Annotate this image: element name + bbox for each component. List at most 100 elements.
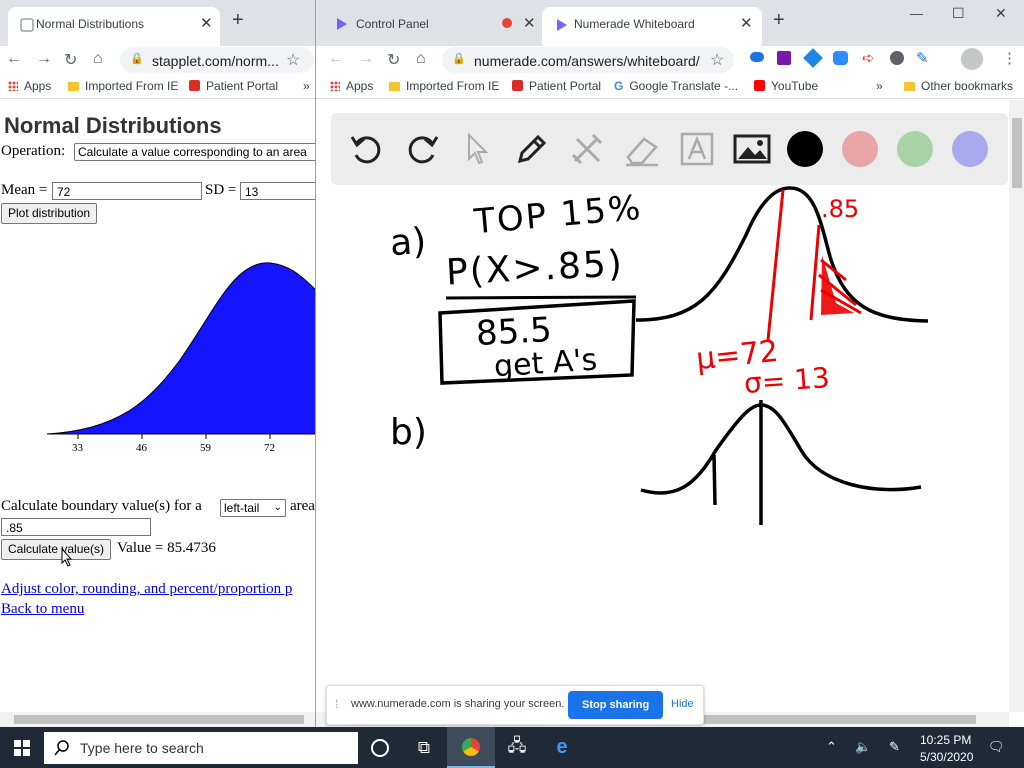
nav-bar: ← → ↻ ⌂ 🔒 stapplet.com/norm... ☆ <box>0 46 316 74</box>
tail-select[interactable]: left-tail ⌄ <box>220 499 286 517</box>
back-icon[interactable]: ← <box>328 50 344 68</box>
area-input[interactable]: .85 <box>1 518 151 536</box>
sd-input[interactable]: 13 <box>240 182 316 200</box>
close-tab-icon[interactable]: ✕ <box>523 14 536 32</box>
color-swatch-green[interactable] <box>897 131 933 167</box>
scrollbar-thumb[interactable] <box>1012 118 1022 188</box>
color-swatch-blue[interactable] <box>952 131 988 167</box>
menu-kebab-icon[interactable]: ⋮ <box>1002 49 1017 67</box>
extension-circle-icon[interactable] <box>890 51 904 65</box>
new-tab-button[interactable]: + <box>232 9 244 32</box>
vertical-scrollbar[interactable] <box>1009 100 1024 712</box>
home-icon[interactable]: ⌂ <box>93 50 103 68</box>
notification-icon[interactable]: 🗨 <box>988 739 1005 755</box>
select-pointer-icon[interactable] <box>457 129 497 169</box>
task-view-icon[interactable]: ⧉ <box>400 727 448 768</box>
plot-distribution-button[interactable]: Plot distribution <box>1 203 98 224</box>
tray-chevron-icon[interactable]: ⌃ <box>826 739 837 755</box>
tab-title: Normal Distributions <box>36 17 145 31</box>
stop-sharing-button[interactable]: Stop sharing <box>568 691 664 719</box>
bookmarks-more[interactable]: » <box>876 79 883 93</box>
axis-tick-label: 59 <box>200 442 211 454</box>
numerade-logo-icon <box>337 18 347 30</box>
bookmark-patient-portal[interactable]: Patient Portal <box>512 79 601 93</box>
clock-date[interactable]: 5/30/2020 <box>920 750 973 764</box>
bookmark-youtube[interactable]: YouTube <box>754 79 818 93</box>
new-tab-button[interactable]: + <box>773 9 785 32</box>
axis-tick-label: 72 <box>264 442 275 454</box>
calculate-values-button[interactable]: Calculate value(s) <box>1 539 112 560</box>
mean-input[interactable]: 72 <box>52 182 202 200</box>
hide-button[interactable]: Hide <box>671 698 694 710</box>
edge-taskbar-icon[interactable]: e <box>538 727 586 768</box>
taskbar-search-box[interactable]: Type here to search <box>44 732 358 764</box>
screencast-extension-icon[interactable]: ➪ <box>862 49 875 67</box>
drag-handle-icon[interactable]: ⁞ <box>335 697 338 711</box>
bookmark-apps[interactable]: Apps <box>330 79 373 93</box>
close-tab-icon[interactable]: ✕ <box>200 14 213 32</box>
home-icon[interactable]: ⌂ <box>416 50 426 68</box>
axis-tick-label: 46 <box>136 442 147 454</box>
tab-strip: Normal Distributions ✕ + <box>0 0 316 46</box>
bookmark-apps[interactable]: Apps <box>8 79 51 93</box>
cortana-icon[interactable] <box>356 727 404 768</box>
back-icon[interactable]: ← <box>6 50 22 68</box>
tab-control-panel[interactable]: Control Panel ✕ <box>322 7 542 40</box>
tab-numerade-whiteboard[interactable]: Numerade Whiteboard ✕ <box>542 7 762 46</box>
bookmark-google-translate[interactable]: G Google Translate -... <box>614 79 738 93</box>
bookmarks-more[interactable]: » <box>303 79 310 93</box>
tab-normal-distributions[interactable]: Normal Distributions ✕ <box>8 7 220 46</box>
puzzle-extension-icon[interactable]: ✎ <box>916 49 929 67</box>
tab-title: Control Panel <box>356 17 429 31</box>
reload-icon[interactable]: ↻ <box>387 50 400 70</box>
undo-icon[interactable] <box>347 129 387 169</box>
minimize-button[interactable]: — <box>910 6 923 21</box>
tools-icon[interactable] <box>567 129 607 169</box>
profile-avatar[interactable] <box>961 48 983 70</box>
zoom-extension-icon[interactable] <box>833 51 848 65</box>
maximize-button[interactable]: ☐ <box>952 5 965 22</box>
horizontal-scrollbar[interactable] <box>0 712 316 727</box>
chevron-down-icon: ⌄ <box>273 502 282 513</box>
pen-tray-icon[interactable]: ✎ <box>889 739 900 755</box>
address-bar[interactable]: 🔒 numerade.com/answers/whiteboard/ ☆ <box>442 47 734 73</box>
redo-icon[interactable] <box>402 129 442 169</box>
folder-icon <box>389 82 400 91</box>
back-to-menu-link[interactable]: Back to menu <box>1 601 84 618</box>
clock-time[interactable]: 10:25 PM <box>920 733 971 747</box>
pen-icon[interactable] <box>512 129 552 169</box>
bookmarks-bar: Apps Imported From IE Patient Portal » <box>0 74 316 99</box>
chrome-taskbar-icon[interactable] <box>447 727 495 768</box>
app-taskbar-icon[interactable]: 🖧 <box>493 727 541 768</box>
operation-select[interactable]: Calculate a value corresponding to an ar… <box>74 143 316 161</box>
adjust-settings-link[interactable]: Adjust color, rounding, and percent/prop… <box>1 581 292 598</box>
windows-start-icon[interactable] <box>14 740 30 756</box>
boundary-prefix: Calculate boundary value(s) for a <box>1 498 202 514</box>
portal-icon <box>189 80 200 91</box>
volume-icon[interactable]: 🔈 <box>855 739 871 755</box>
portal-icon <box>512 80 523 91</box>
search-icon <box>54 740 69 756</box>
onenote-extension-icon[interactable] <box>777 51 791 65</box>
forward-icon[interactable]: → <box>358 50 374 68</box>
text-icon[interactable] <box>677 129 717 169</box>
cloud-extension-icon[interactable] <box>750 52 764 62</box>
star-icon[interactable]: ☆ <box>286 50 300 70</box>
scrollbar-thumb[interactable] <box>14 715 304 724</box>
eraser-icon[interactable] <box>622 129 662 169</box>
image-icon[interactable] <box>732 129 772 169</box>
color-swatch-black[interactable] <box>787 131 823 167</box>
bookmark-imported-from-ie[interactable]: Imported From IE <box>68 79 178 93</box>
bookmark-other-bookmarks[interactable]: Other bookmarks <box>904 79 1013 93</box>
close-window-button[interactable]: ✕ <box>995 5 1007 22</box>
forward-icon[interactable]: → <box>36 50 52 68</box>
sd-label: SD = <box>205 182 237 198</box>
address-bar[interactable]: 🔒 stapplet.com/norm... ☆ <box>120 47 314 73</box>
bookmark-imported-from-ie[interactable]: Imported From IE <box>389 79 499 93</box>
color-swatch-pink[interactable] <box>842 131 878 167</box>
reload-icon[interactable]: ↻ <box>64 50 77 70</box>
close-tab-icon[interactable]: ✕ <box>740 14 753 32</box>
diamond-extension-icon[interactable] <box>803 48 823 68</box>
star-icon[interactable]: ☆ <box>710 50 724 70</box>
bookmark-patient-portal[interactable]: Patient Portal <box>189 79 278 93</box>
